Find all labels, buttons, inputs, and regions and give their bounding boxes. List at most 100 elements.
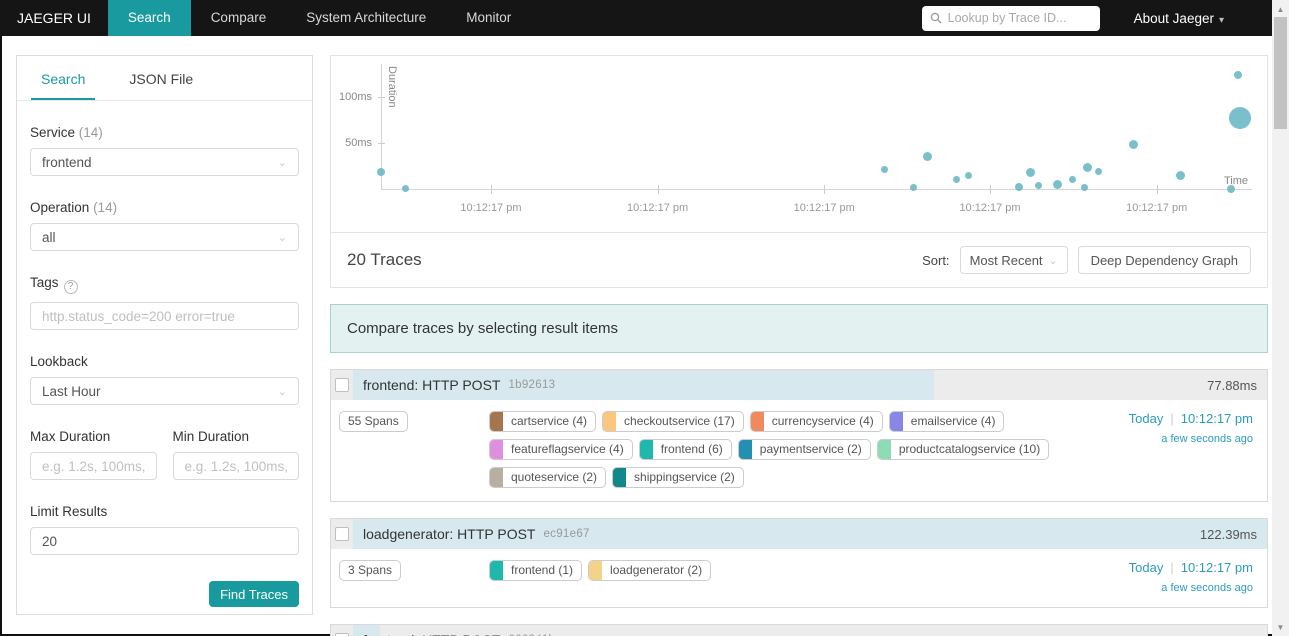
scroll-up-arrow-icon[interactable]: ▲ xyxy=(1272,1,1289,17)
span-count-label: 3 Spans xyxy=(348,563,393,577)
service-tags: cartservice (4) checkoutservice (17) curre… xyxy=(489,411,1089,488)
nav-item-compare[interactable]: Compare xyxy=(191,0,287,36)
x-tick xyxy=(657,185,659,194)
operation-select[interactable]: all ⌄ xyxy=(30,223,299,251)
service-tag-label: frontend (1) xyxy=(511,563,574,577)
scatter-point[interactable] xyxy=(1052,179,1062,189)
scatter-point[interactable] xyxy=(1081,183,1089,191)
scatter-point[interactable] xyxy=(1227,185,1236,194)
vertical-scrollbar[interactable]: ▲ ▼ xyxy=(1272,0,1289,636)
sidebar-tabs: Search JSON File xyxy=(17,56,312,101)
trace-timestamp: Today | 10:12:17 pm xyxy=(1089,411,1253,426)
about-jaeger-menu[interactable]: About Jaeger ▾ xyxy=(1134,11,1224,26)
y-axis-label: Duration xyxy=(386,66,398,108)
trace-time-link[interactable]: 10:12:17 pm xyxy=(1181,411,1253,426)
service-tag-pill: checkoutservice (17) xyxy=(602,411,744,432)
service-tag-label: checkoutservice (17) xyxy=(624,414,735,428)
scatter-point[interactable] xyxy=(1015,183,1024,192)
service-select[interactable]: frontend ⌄ xyxy=(30,148,299,176)
scatter-point[interactable] xyxy=(922,152,932,162)
chevron-down-icon: ⌄ xyxy=(277,231,287,244)
scatter-point[interactable] xyxy=(401,184,409,192)
nav-item-monitor[interactable]: Monitor xyxy=(446,0,531,36)
nav-item-search[interactable]: Search xyxy=(107,0,191,36)
trace-checkbox-cell xyxy=(331,625,353,636)
trace-checkbox-cell xyxy=(331,519,353,549)
scatter-point[interactable] xyxy=(1083,163,1093,173)
chevron-down-icon: ⌄ xyxy=(277,385,287,398)
trace-title: frontend: HTTP POST xyxy=(363,377,501,393)
lookback-select[interactable]: Last Hour ⌄ xyxy=(30,377,299,405)
duration-scatter-plot[interactable]: Duration Time 50ms 100ms 10:12:17 pm 10:12:… xyxy=(331,56,1267,233)
trace-duration: 3.55ms xyxy=(1214,633,1257,636)
sort-select[interactable]: Most Recent ⌄ xyxy=(959,246,1068,274)
scatter-point[interactable] xyxy=(1234,71,1243,80)
x-tick xyxy=(1156,185,1158,194)
tab-json-file[interactable]: JSON File xyxy=(119,56,203,100)
max-duration-label: Max Duration xyxy=(30,429,111,444)
scatter-point[interactable] xyxy=(1094,168,1102,176)
trace-header-link[interactable]: loadgenerator: HTTP POST ec91e67 122.39ms xyxy=(331,519,1267,549)
trace-compare-checkbox[interactable] xyxy=(335,527,349,541)
trace-lookup-input[interactable] xyxy=(947,11,1092,25)
trace-relative-time: a few seconds ago xyxy=(1161,433,1253,445)
service-tag-label: loadgenerator (2) xyxy=(610,563,703,577)
search-sidebar: Search JSON File Service (14) frontend ⌄ … xyxy=(16,55,313,615)
trace-date-link[interactable]: Today xyxy=(1129,560,1164,575)
scatter-point[interactable] xyxy=(1034,181,1042,189)
service-tag-label: quoteservice (2) xyxy=(511,470,598,484)
scatter-point[interactable] xyxy=(910,183,918,191)
trace-result-item[interactable]: frontend: HTTP POST 1b92613 77.88ms 55 Span… xyxy=(330,369,1268,502)
service-color-chip xyxy=(613,468,627,487)
limit-results-input[interactable] xyxy=(30,527,299,555)
scatter-point[interactable] xyxy=(1128,140,1138,150)
trace-id: ec91e67 xyxy=(543,528,590,540)
service-color-chip xyxy=(490,468,503,487)
y-tick-label: 100ms xyxy=(338,90,372,103)
service-color-chip xyxy=(589,561,603,580)
service-tag-pill: loadgenerator (2) xyxy=(588,560,712,581)
scatter-point[interactable] xyxy=(1068,176,1076,184)
jaeger-ui-window: JAEGER UI Search Compare System Architec… xyxy=(0,0,1289,636)
x-tick-label: 10:12:17 pm xyxy=(959,202,1021,214)
search-form: Service (14) frontend ⌄ Operation (14) al… xyxy=(17,125,312,607)
search-icon xyxy=(930,12,942,24)
trace-header-link[interactable]: frontend: HTTP POST 1b92613 77.88ms xyxy=(331,370,1267,400)
trace-time-link[interactable]: 10:12:17 pm xyxy=(1181,560,1253,575)
scrollbar-thumb[interactable] xyxy=(1274,17,1287,129)
min-duration-input[interactable] xyxy=(172,452,299,480)
trace-compare-checkbox[interactable] xyxy=(335,378,349,392)
scatter-point[interactable] xyxy=(1176,170,1186,180)
nav-item-system-architecture[interactable]: System Architecture xyxy=(286,0,446,36)
trace-time-column: Today | 10:12:17 pm a few seconds ago xyxy=(1089,560,1253,594)
scatter-point[interactable] xyxy=(1229,106,1251,129)
trace-checkbox-cell xyxy=(331,370,353,400)
trace-date-link[interactable]: Today xyxy=(1129,411,1164,426)
scatter-point[interactable] xyxy=(965,171,973,179)
sort-label: Sort: xyxy=(922,252,950,268)
trace-header-link[interactable]: frontend: HTTP POST066341b3.55ms xyxy=(331,625,1267,636)
brand-link[interactable]: JAEGER UI xyxy=(0,0,108,36)
operation-label: Operation (14) xyxy=(30,200,118,215)
find-traces-button[interactable]: Find Traces xyxy=(209,581,299,607)
scroll-down-arrow-icon[interactable]: ▼ xyxy=(1272,619,1289,635)
service-tag-pill: paymentservice (2) xyxy=(737,439,871,460)
trace-result-item[interactable]: frontend: HTTP POST066341b3.55ms xyxy=(330,624,1268,636)
trace-body: 55 Spans cartservice (4) checkoutservice (… xyxy=(331,400,1267,501)
trace-relative-time: a few seconds ago xyxy=(1161,582,1253,594)
max-duration-input[interactable] xyxy=(30,452,157,480)
service-tag-pill: featureflagservice (4) xyxy=(489,439,633,460)
scatter-point[interactable] xyxy=(1025,167,1035,177)
scatter-point[interactable] xyxy=(377,167,385,176)
service-tag-label: cartservice (4) xyxy=(511,414,588,428)
help-icon[interactable]: ? xyxy=(63,280,78,294)
tab-search[interactable]: Search xyxy=(31,56,96,100)
service-tag-label: currencyservice (4) xyxy=(771,414,874,428)
tags-input[interactable] xyxy=(30,302,299,330)
scatter-point[interactable] xyxy=(880,166,888,174)
span-count-column: 3 Spans xyxy=(339,560,489,594)
trace-result-item[interactable]: loadgenerator: HTTP POST ec91e67 122.39ms 3… xyxy=(330,518,1268,608)
deep-dependency-graph-button[interactable]: Deep Dependency Graph xyxy=(1077,246,1251,274)
scatter-point[interactable] xyxy=(953,176,961,184)
compare-banner: Compare traces by selecting result items xyxy=(330,304,1268,353)
